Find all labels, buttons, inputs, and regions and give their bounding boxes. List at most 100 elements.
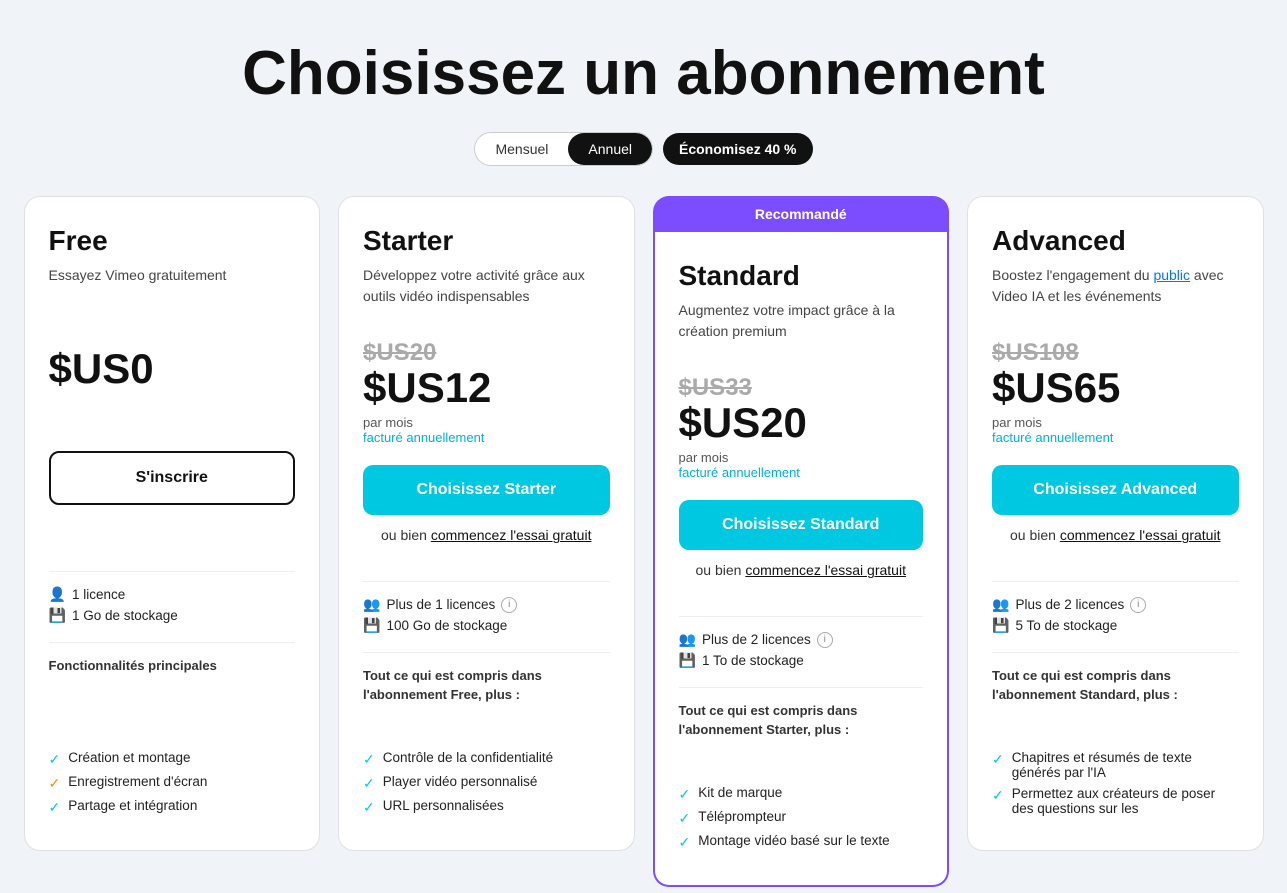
- starter-price-current: $US12: [363, 365, 610, 411]
- advanced-feature-0: ✓ Chapitres et résumés de texte générés …: [992, 750, 1239, 780]
- free-feature-1-text: Enregistrement d'écran: [68, 774, 207, 789]
- starter-trial: ou bien commencez l'essai gratuit: [363, 527, 610, 543]
- advanced-price-section: $US108 $US65 par mois facturé annuelleme…: [992, 341, 1239, 465]
- info-icon[interactable]: i: [1130, 597, 1146, 613]
- billing-toggle: Mensuel Annuel Économisez 40 %: [474, 132, 812, 166]
- check-icon: ✓: [49, 751, 61, 768]
- starter-plan-description: Développez votre activité grâce aux outi…: [363, 265, 610, 325]
- free-divider: [49, 571, 296, 572]
- advanced-license-row: 👥 Plus de 2 licences i: [992, 596, 1239, 613]
- free-feature-0-text: Création et montage: [68, 750, 190, 765]
- check-icon: ✓: [992, 787, 1004, 804]
- standard-feature-0: ✓ Kit de marque: [679, 785, 924, 803]
- free-feature-0: ✓ Création et montage: [49, 750, 296, 768]
- page-title: Choisissez un abonnement: [20, 40, 1267, 108]
- starter-feature-0-text: Contrôle de la confidentialité: [383, 750, 553, 765]
- standard-trial-prefix: ou bien: [696, 562, 746, 578]
- check-icon: ✓: [49, 775, 61, 792]
- advanced-cta-button[interactable]: Choisissez Advanced: [992, 465, 1239, 515]
- standard-trial: ou bien commencez l'essai gratuit: [679, 562, 924, 578]
- starter-cta-button[interactable]: Choisissez Starter: [363, 465, 610, 515]
- standard-feature-2-text: Montage vidéo basé sur le texte: [698, 833, 889, 848]
- annual-toggle[interactable]: Annuel: [568, 133, 652, 165]
- starter-feature-1-text: Player vidéo personnalisé: [383, 774, 538, 789]
- advanced-licenses: Plus de 2 licences: [1015, 597, 1124, 612]
- starter-divider: [363, 581, 610, 582]
- advanced-desc-link[interactable]: public: [1153, 267, 1190, 283]
- person-icon: 👥: [363, 596, 380, 613]
- advanced-price-original: $US108: [992, 341, 1239, 365]
- starter-included-text: Tout ce qui est compris dans l'abonnemen…: [363, 667, 610, 703]
- starter-feature-2-text: URL personnalisées: [383, 798, 504, 813]
- standard-trial-link[interactable]: commencez l'essai gratuit: [745, 562, 906, 578]
- standard-cta-button[interactable]: Choisissez Standard: [679, 500, 924, 550]
- advanced-plan-name: Advanced: [992, 225, 1239, 257]
- advanced-storage: 5 To de stockage: [1015, 618, 1117, 633]
- standard-price-section: $US33 $US20 par mois facturé annuellemen…: [679, 376, 924, 500]
- free-feature-2: ✓ Partage et intégration: [49, 798, 296, 816]
- plan-starter-wrapper: Starter Développez votre activité grâce …: [338, 196, 635, 851]
- advanced-trial-prefix: ou bien: [1010, 527, 1060, 543]
- advanced-trial-link[interactable]: commencez l'essai gratuit: [1060, 527, 1221, 543]
- check-icon: ✓: [679, 810, 691, 827]
- standard-license-row: 👥 Plus de 2 licences i: [679, 631, 924, 648]
- advanced-price-billing: facturé annuellement: [992, 430, 1239, 445]
- free-storage: 1 Go de stockage: [72, 608, 178, 623]
- check-icon: ✓: [49, 799, 61, 816]
- standard-divider: [679, 616, 924, 617]
- standard-price-period: par mois: [679, 450, 924, 465]
- storage-icon: 💾: [992, 617, 1009, 634]
- standard-included-text: Tout ce qui est compris dans l'abonnemen…: [679, 702, 924, 738]
- check-icon: ✓: [992, 751, 1004, 768]
- starter-price-section: $US20 $US12 par mois facturé annuellemen…: [363, 341, 610, 465]
- advanced-divider2: [992, 652, 1239, 653]
- person-icon: 👥: [679, 631, 696, 648]
- savings-badge: Économisez 40 %: [663, 133, 813, 165]
- standard-plan-description: Augmentez votre impact grâce à la créati…: [679, 300, 924, 360]
- info-icon[interactable]: i: [501, 597, 517, 613]
- plan-card-starter: Starter Développez votre activité grâce …: [338, 196, 635, 851]
- check-icon: ✓: [679, 834, 691, 851]
- advanced-feature-1-text: Permettez aux créateurs de poser des que…: [1012, 786, 1239, 816]
- advanced-price-period: par mois: [992, 415, 1239, 430]
- check-icon: ✓: [363, 751, 375, 768]
- storage-icon: 💾: [679, 652, 696, 669]
- starter-price-billing: facturé annuellement: [363, 430, 610, 445]
- starter-licenses: Plus de 1 licences: [386, 597, 495, 612]
- standard-plan-name: Standard: [679, 260, 924, 292]
- page-header: Choisissez un abonnement Mensuel Annuel …: [20, 40, 1267, 166]
- page-container: Choisissez un abonnement Mensuel Annuel …: [20, 40, 1267, 851]
- standard-divider2: [679, 687, 924, 688]
- standard-feature-1-text: Téléprompteur: [698, 809, 786, 824]
- toggle-container: Mensuel Annuel: [474, 132, 653, 166]
- free-storage-row: 💾 1 Go de stockage: [49, 607, 296, 624]
- free-price-section: $US0: [49, 341, 296, 451]
- starter-feature-0: ✓ Contrôle de la confidentialité: [363, 750, 610, 768]
- free-feature-2-text: Partage et intégration: [68, 798, 197, 813]
- plan-card-advanced: Advanced Boostez l'engagement du public …: [967, 196, 1264, 851]
- standard-price-billing: facturé annuellement: [679, 465, 924, 480]
- advanced-trial: ou bien commencez l'essai gratuit: [992, 527, 1239, 543]
- free-plan-description: Essayez Vimeo gratuitement: [49, 265, 296, 325]
- standard-price-original: $US33: [679, 376, 924, 400]
- standard-storage-row: 💾 1 To de stockage: [679, 652, 924, 669]
- advanced-included-text: Tout ce qui est compris dans l'abonnemen…: [992, 667, 1239, 703]
- starter-price-period: par mois: [363, 415, 610, 430]
- free-features-header: Fonctionnalités principales: [49, 657, 296, 675]
- info-icon[interactable]: i: [817, 632, 833, 648]
- storage-icon: 💾: [363, 617, 380, 634]
- free-plan-name: Free: [49, 225, 296, 257]
- advanced-feature-1: ✓ Permettez aux créateurs de poser des q…: [992, 786, 1239, 816]
- advanced-divider: [992, 581, 1239, 582]
- monthly-toggle[interactable]: Mensuel: [475, 133, 568, 165]
- advanced-plan-description: Boostez l'engagement du public avec Vide…: [992, 265, 1239, 325]
- free-cta-button[interactable]: S'inscrire: [49, 451, 296, 505]
- standard-features-list: ✓ Kit de marque ✓ Téléprompteur ✓ Montag…: [679, 785, 924, 857]
- standard-feature-0-text: Kit de marque: [698, 785, 782, 800]
- starter-trial-prefix: ou bien: [381, 527, 431, 543]
- plan-standard-wrapper: Recommandé Standard Augmentez votre impa…: [653, 196, 950, 851]
- check-icon: ✓: [363, 775, 375, 792]
- plan-card-standard: Standard Augmentez votre impact grâce à …: [653, 232, 950, 887]
- starter-trial-link[interactable]: commencez l'essai gratuit: [431, 527, 592, 543]
- person-icon: 👥: [992, 596, 1009, 613]
